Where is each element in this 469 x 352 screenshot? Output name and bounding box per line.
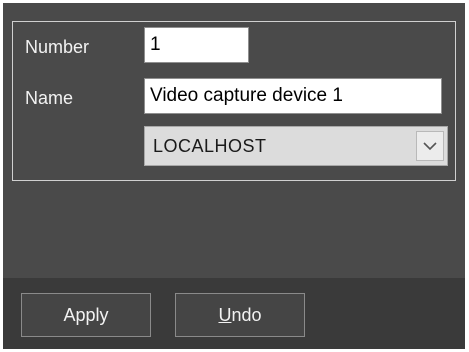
name-label: Name — [25, 88, 74, 108]
button-bar: Apply Undo — [3, 278, 465, 349]
name-input[interactable]: Video capture device 1 — [144, 78, 442, 114]
undo-button[interactable]: Undo — [175, 293, 305, 337]
chevron-down-icon[interactable] — [416, 131, 444, 161]
number-label: Number — [25, 37, 90, 57]
undo-mnemonic: U — [218, 305, 232, 325]
apply-button[interactable]: Apply — [21, 293, 151, 337]
host-select-value: LOCALHOST — [153, 136, 267, 156]
undo-button-label: ndo — [231, 305, 262, 325]
number-input[interactable]: 1 — [144, 27, 249, 63]
host-select[interactable]: LOCALHOST — [144, 126, 448, 166]
apply-button-label: Apply — [63, 305, 109, 325]
settings-panel: Number 1 Name Video capture device 1 LOC… — [3, 3, 465, 349]
